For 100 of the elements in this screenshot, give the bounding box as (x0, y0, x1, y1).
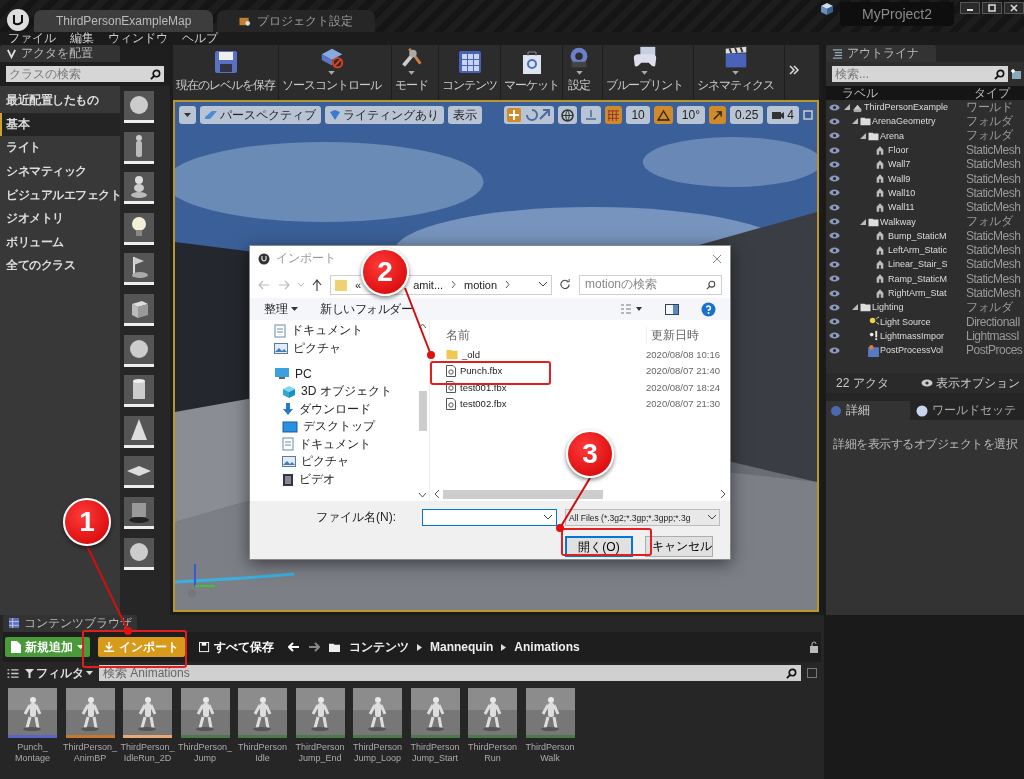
nav-item[interactable]: ドキュメント (274, 322, 429, 340)
outliner-row[interactable]: Linear_Stair_S StaticMesh (826, 257, 1024, 272)
outliner-row[interactable]: Lighting フォルダ (826, 300, 1024, 315)
outliner-row[interactable]: Wall10 StaticMesh (826, 185, 1024, 201)
show-button[interactable]: 表示 (448, 106, 482, 124)
minimize-button[interactable] (960, 2, 980, 14)
file-name[interactable]: test002.fbx (446, 397, 507, 410)
category-item[interactable]: 基本 (0, 112, 120, 137)
add-new-button[interactable]: 新規追加 (5, 637, 90, 657)
category-item[interactable]: 全てのクラス (0, 254, 120, 278)
outliner-row[interactable]: PostProcessVol PostProces (826, 343, 1024, 358)
viewport-menu-button[interactable] (179, 106, 196, 124)
outliner-row[interactable]: ArenaGeometry フォルダ (826, 114, 1024, 129)
save-all-button[interactable]: すべて保存 (193, 637, 280, 657)
category-item[interactable]: ライト (0, 136, 120, 160)
view-options-icon (621, 304, 643, 314)
filter-button[interactable]: フィルタ (25, 664, 93, 682)
toolbar-button[interactable]: 設定 (563, 45, 603, 100)
surface-snap-button[interactable] (581, 106, 602, 124)
menu-item[interactable]: 編集 (70, 32, 94, 45)
nav-item[interactable]: ピクチャ (274, 453, 429, 471)
scroll-left-icon (434, 490, 439, 498)
caret-icon (298, 282, 304, 287)
collapse-triangle-icon[interactable] (844, 104, 850, 111)
nav-item[interactable]: デスクトップ (274, 417, 429, 436)
file-name[interactable]: test001.fbx (446, 381, 507, 394)
lighting-button[interactable]: ライティングあり (325, 106, 444, 124)
category-item[interactable]: シネマティック (0, 159, 120, 184)
view-options-button[interactable]: 表示オプション (921, 374, 1020, 392)
nav-item[interactable]: ドキュメント (274, 435, 429, 454)
nav-item[interactable]: ピクチャ (274, 339, 429, 358)
category-item[interactable]: ジオメトリ (0, 206, 120, 231)
editor-tab[interactable]: ThirdPersonExampleMap (34, 10, 214, 32)
file-type-select[interactable]: All Files (*.3g2;*.3gp;*.3gpp;*.3g (565, 509, 720, 526)
close-button[interactable] (1004, 2, 1024, 14)
toolbar-button[interactable]: マーケット (501, 45, 563, 100)
snap-toggle[interactable] (605, 106, 623, 124)
breadcrumb[interactable]: Animations (514, 640, 580, 654)
panel-tab[interactable]: アウトライナ (826, 45, 936, 62)
mesh-icon (875, 144, 885, 156)
nav-item[interactable]: ビデオ (274, 470, 429, 489)
organize-menu[interactable]: 整理 (264, 300, 298, 318)
world-space-button[interactable] (558, 106, 578, 124)
toolbar-button[interactable]: ブループリント (603, 45, 694, 100)
panel-tab[interactable]: アクタを配置 (0, 45, 120, 62)
outliner-row[interactable]: LeftArm_Static StaticMesh (826, 242, 1024, 258)
panel-tab[interactable]: 詳細 (826, 401, 910, 420)
maximize-button[interactable] (982, 2, 1002, 14)
nav-item[interactable]: ダウンロード (274, 400, 429, 418)
outliner-row[interactable]: Light Source DirectionalI (826, 314, 1024, 329)
toolbar-button[interactable]: 現在のレベルを保存 (173, 45, 279, 100)
breadcrumb[interactable]: コンテンツ (349, 638, 409, 656)
outliner-row[interactable]: RightArm_Stat StaticMesh (826, 285, 1024, 301)
project-name: MyProject2 (840, 2, 954, 26)
file-icon (446, 381, 456, 394)
editor-tab[interactable]: プロジェクト設定 (217, 10, 376, 32)
snap-value[interactable]: 10° (676, 106, 705, 124)
toolbar-button[interactable]: シネマティクス (694, 45, 785, 100)
category-item[interactable]: ボリューム (0, 230, 120, 255)
nav-item[interactable]: PC (274, 365, 429, 383)
cancel-button[interactable]: キャンセル (645, 536, 713, 557)
outliner-row[interactable]: Floor StaticMesh (826, 142, 1024, 158)
breadcrumb[interactable]: Mannequin (430, 640, 494, 654)
snap-value[interactable]: 0.25 (729, 106, 764, 124)
picture-icon (282, 456, 296, 468)
outliner-row[interactable]: Wall9 StaticMesh (826, 171, 1024, 186)
outliner-type: StaticMesh (966, 185, 1022, 200)
collapse-triangle-icon[interactable] (852, 304, 858, 311)
outliner-row[interactable]: ThirdPersonExample ワールド (826, 100, 1024, 115)
menu-item[interactable]: ヘルプ (182, 32, 218, 45)
file-name[interactable]: Punch.fbx (446, 364, 503, 377)
outliner-row[interactable]: Ramp_StaticM StaticMesh (826, 271, 1024, 286)
menu-item[interactable]: ウィンドウ (108, 32, 168, 45)
outliner-row[interactable]: Wall7 StaticMesh (826, 157, 1024, 172)
menu-item[interactable]: ファイル (8, 32, 56, 45)
view-mode-button[interactable]: パースペクティブ (200, 106, 321, 124)
transform-tools[interactable] (504, 106, 555, 124)
outliner-row[interactable]: Walkway フォルダ (826, 214, 1024, 229)
collapse-triangle-icon[interactable] (852, 118, 858, 125)
search-field[interactable]: 検索 Animations (99, 665, 801, 681)
search-field[interactable]: motionの検索 (579, 274, 722, 295)
snap-value[interactable]: 10 (626, 106, 650, 124)
outliner-row[interactable]: Bump_StaticM StaticMesh (826, 228, 1024, 243)
collapse-triangle-icon[interactable] (860, 218, 866, 225)
toolbar-button[interactable]: モード (392, 45, 439, 100)
camera-speed-button[interactable]: 4 (767, 106, 799, 124)
toolbar-button[interactable]: ソースコントロール (279, 45, 392, 100)
details-hint: 詳細を表示するオブジェクトを選択 (833, 436, 1017, 453)
nav-item[interactable]: 3D オブジェクト (274, 382, 429, 401)
collapse-triangle-icon[interactable] (860, 132, 866, 139)
new-folder-button[interactable]: 新しいフォルダー (320, 300, 412, 318)
outliner-row[interactable]: Arena フォルダ (826, 128, 1024, 143)
toolbar-button[interactable]: コンテンツ (439, 45, 501, 100)
outliner-row[interactable]: LightmassImpor LightmassI (826, 328, 1024, 344)
category-item[interactable]: ビジュアルエフェクト (0, 183, 120, 207)
category-item[interactable]: 最近配置したもの (0, 89, 120, 113)
open-button[interactable]: 開く(O) (565, 536, 633, 557)
outliner-row[interactable]: Wall11 StaticMesh (826, 200, 1024, 215)
file-name[interactable]: _old (446, 348, 480, 360)
file-name-field[interactable] (422, 509, 557, 526)
